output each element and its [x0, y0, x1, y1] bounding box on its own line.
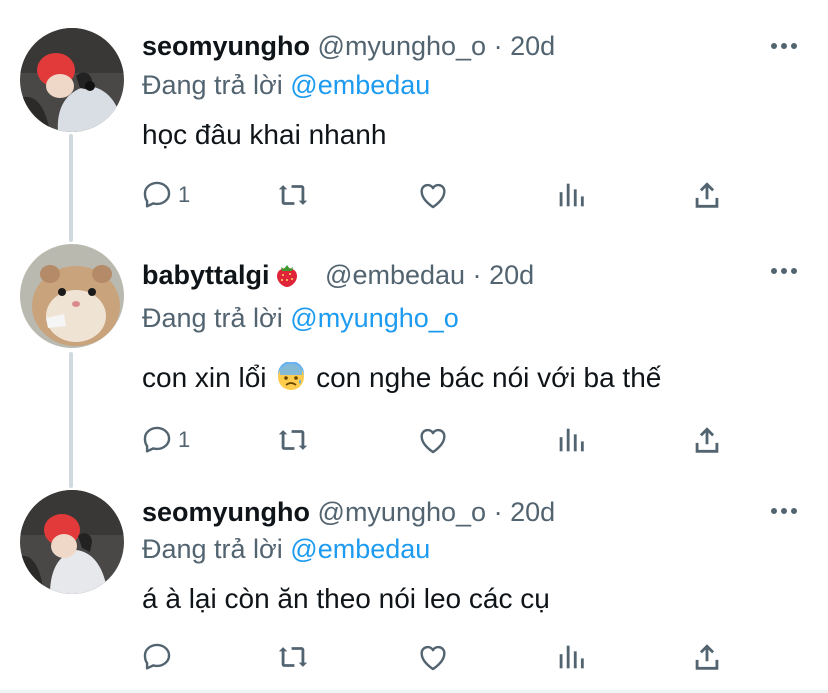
separator-dot: · — [493, 31, 503, 61]
tweet-actions — [140, 637, 740, 677]
heart-icon — [420, 428, 446, 454]
timestamp[interactable]: 20d — [489, 260, 534, 290]
display-name[interactable]: seomyungho — [142, 31, 310, 61]
analytics-button[interactable] — [554, 175, 588, 215]
reply-icon — [143, 643, 171, 670]
share-button[interactable] — [690, 420, 724, 460]
share-icon — [695, 182, 719, 208]
profile-photo-hamster — [20, 244, 124, 348]
heart-icon — [420, 645, 446, 671]
share-button[interactable] — [690, 175, 724, 215]
replying-to-label: Đang trả lời — [142, 70, 283, 100]
more-options-button[interactable] — [764, 256, 804, 286]
share-icon — [695, 427, 719, 453]
like-button[interactable] — [416, 637, 450, 677]
profile-photo-red-hair — [20, 490, 124, 594]
more-dots-icon — [771, 43, 797, 49]
tweet[interactable]: seomyungho @myungho_o · 20d Đang trả lời… — [0, 0, 828, 230]
like-button[interactable] — [416, 420, 450, 460]
tweet-text: học đâu khai nhanh — [142, 119, 387, 150]
analytics-icon — [559, 645, 584, 669]
tweet-header: seomyungho @myungho_o · 20d — [142, 29, 555, 63]
share-button[interactable] — [690, 637, 724, 677]
username[interactable]: @embedau — [325, 260, 465, 290]
more-options-button[interactable] — [764, 31, 804, 61]
share-icon — [695, 644, 719, 670]
timestamp[interactable]: 20d — [510, 497, 555, 527]
more-options-button[interactable] — [764, 496, 804, 526]
mention-link[interactable]: @embedau — [290, 70, 430, 100]
reply-count: 1 — [178, 427, 191, 452]
heart-icon — [420, 183, 446, 209]
display-name[interactable]: seomyungho — [142, 497, 310, 527]
tweet-text-part: con xin lổi — [142, 362, 267, 393]
mention-link[interactable]: @embedau — [290, 534, 430, 564]
retweet-button[interactable] — [276, 420, 310, 460]
like-button[interactable] — [416, 175, 450, 215]
profile-photo-red-hair — [20, 28, 124, 132]
analytics-button[interactable] — [554, 637, 588, 677]
tweet-actions: 1 — [140, 175, 740, 215]
timestamp[interactable]: 20d — [510, 31, 555, 61]
tweet-actions: 1 — [140, 420, 740, 460]
tweet-header: babyttalgi @embedau · 20d — [142, 258, 534, 292]
strawberry-icon — [276, 265, 297, 287]
replying-to: Đang trả lời @myungho_o — [142, 301, 459, 335]
display-name[interactable]: babyttalgi — [142, 260, 270, 290]
reply-button[interactable]: 1 — [140, 175, 190, 215]
avatar[interactable] — [20, 28, 124, 132]
replying-to: Đang trả lời @embedau — [142, 68, 430, 102]
retweet-icon — [278, 185, 308, 205]
analytics-button[interactable] — [554, 420, 588, 460]
reply-button[interactable] — [140, 637, 178, 677]
tweet-text: con xin lổi con nghe bác nói với ba thế — [142, 360, 661, 396]
avatar[interactable] — [20, 490, 124, 594]
reply-count: 1 — [178, 182, 191, 207]
mention-link[interactable]: @myungho_o — [290, 303, 459, 333]
tweet[interactable]: babyttalgi @embedau · 20d Đang trả lời @… — [0, 230, 828, 482]
avatar[interactable] — [20, 244, 124, 348]
retweet-icon — [278, 647, 308, 667]
more-dots-icon — [771, 268, 797, 274]
analytics-icon — [559, 428, 584, 452]
replying-to: Đang trả lời @embedau — [142, 532, 430, 566]
retweet-icon — [278, 430, 308, 450]
username[interactable]: @myungho_o — [318, 31, 487, 61]
tweet[interactable]: seomyungho @myungho_o · 20d Đang trả lời… — [0, 482, 828, 690]
retweet-button[interactable] — [276, 637, 310, 677]
reply-button[interactable]: 1 — [140, 420, 190, 460]
separator-dot: · — [493, 497, 503, 527]
replying-to-label: Đang trả lời — [142, 303, 283, 333]
retweet-button[interactable] — [276, 175, 310, 215]
anxious-face-icon — [278, 362, 305, 390]
tweet-text-part: con nghe bác nói với ba thế — [308, 362, 662, 393]
username[interactable]: @myungho_o — [318, 497, 487, 527]
reply-icon — [143, 426, 171, 453]
tweet-text: á à lại còn ăn theo nói leo các cụ — [142, 583, 550, 614]
analytics-icon — [559, 183, 584, 207]
tweet-header: seomyungho @myungho_o · 20d — [142, 495, 555, 529]
reply-icon — [143, 181, 171, 208]
separator-dot: · — [472, 260, 482, 290]
more-dots-icon — [771, 508, 797, 514]
replying-to-label: Đang trả lời — [142, 534, 283, 564]
